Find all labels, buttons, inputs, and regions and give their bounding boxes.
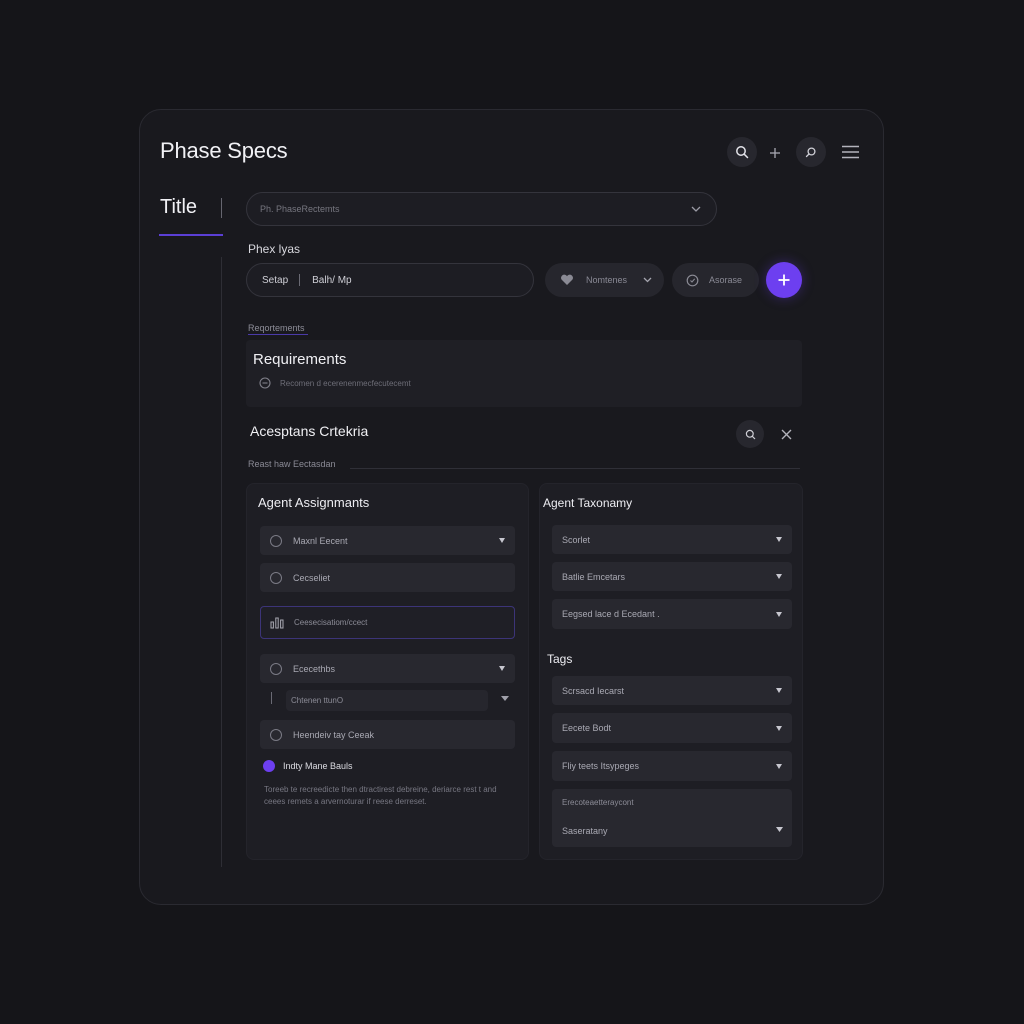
text-cursor — [221, 198, 222, 218]
tag-label: Eecete Bodt — [562, 723, 612, 733]
caret-down-icon — [776, 611, 782, 617]
tab-title-underline — [159, 234, 223, 236]
caret-down-icon[interactable] — [501, 696, 509, 702]
caret-down-icon — [499, 666, 505, 671]
assignment-label: Ececethbs — [293, 663, 336, 674]
assignment-label: Cecseliet — [293, 572, 331, 583]
caret-down-icon — [776, 537, 782, 542]
taxonomy-label: Eegsed lace d Ecedant . — [562, 609, 660, 619]
chevron-down-icon — [643, 277, 652, 283]
assignment-label: Ceesecisatiom/ccect — [294, 618, 368, 627]
caret-down-icon — [776, 763, 782, 769]
add-phase-type-button[interactable] — [766, 262, 802, 298]
description-line: Toreeb te recreedicte then dtractirest d… — [264, 785, 497, 794]
agent-assignments-card: Agent Assignmants Maxnl Eecent Cecseliet… — [246, 483, 529, 860]
radio-icon — [270, 662, 282, 675]
nested-indicator — [271, 692, 272, 704]
requirements-underline — [248, 334, 308, 335]
tag-label: Scrsacd Iecarst — [562, 685, 625, 696]
nomtenes-label: Nomtenes — [586, 275, 628, 285]
requirements-small-label: Reqortements — [248, 323, 305, 333]
acceptance-divider — [350, 468, 800, 469]
zoom-button[interactable] — [796, 137, 826, 167]
acceptance-subtitle: Reast haw Eectasdan — [248, 459, 336, 469]
page-title: Phase Specs — [160, 138, 288, 163]
nomtenes-dropdown[interactable]: Nomtenes — [545, 263, 664, 297]
chevron-down-icon — [691, 206, 701, 212]
toggle-label: Indty Mane Bauls — [283, 761, 353, 771]
taxonomy-label: Scorlet — [562, 534, 591, 545]
assignment-row[interactable]: Cecseliet — [260, 563, 515, 592]
radio-icon — [270, 571, 282, 584]
tags-title: Tags — [547, 652, 573, 666]
tab-title[interactable]: Title — [160, 196, 197, 219]
tag-combo-value: Saseratany — [562, 826, 608, 836]
phase-types-label: Phex lyas — [248, 242, 301, 256]
search-icon — [745, 429, 755, 439]
assignment-row-selected[interactable]: Ceesecisatiom/ccect — [260, 606, 515, 639]
asorase-label: Asorase — [709, 275, 743, 285]
radio-icon — [270, 728, 282, 741]
divider-vertical — [221, 257, 222, 867]
caret-down-icon — [776, 827, 783, 832]
tag-row[interactable]: Fliy teets Itsypeges — [552, 751, 792, 781]
phase-type-left: Setap — [262, 274, 289, 286]
acceptance-search-button[interactable] — [736, 420, 764, 448]
assignment-row[interactable]: Maxnl Eecent — [260, 526, 515, 555]
zoom-icon — [805, 147, 816, 158]
circle-icon — [686, 274, 699, 286]
tag-row[interactable]: Scrsacd Iecarst — [552, 676, 792, 705]
plus-icon — [770, 148, 780, 158]
caret-down-icon — [776, 688, 782, 693]
agent-taxonomy-title: Agent Taxonamy — [543, 496, 633, 510]
tag-combo-label: Erecoteaetteraycont — [562, 798, 634, 807]
menu-button[interactable] — [840, 143, 860, 161]
assignment-row[interactable]: Heendeiv tay Ceeak — [260, 720, 515, 749]
taxonomy-row[interactable]: Eegsed lace d Ecedant . — [552, 599, 792, 629]
radio-icon — [270, 534, 282, 547]
heart-icon — [561, 274, 573, 285]
assignment-sub-row[interactable]: Chtenen ttunO — [286, 690, 488, 711]
phase-specs-panel: Phase Specs Title Ph. PhaseRectemts Phex… — [139, 109, 884, 905]
tag-label: Fliy teets Itsypeges — [562, 761, 640, 771]
phase-select[interactable]: Ph. PhaseRectemts — [246, 192, 717, 226]
caret-down-icon — [776, 725, 782, 731]
agent-taxonomy-card: Agent Taxonamy Scorlet Batlie Emcetars E… — [539, 483, 803, 860]
assignment-label: Maxnl Eecent — [293, 535, 348, 546]
taxonomy-label: Batlie Emcetars — [562, 571, 626, 582]
taxonomy-row[interactable]: Batlie Emcetars — [552, 562, 792, 591]
search-button[interactable] — [727, 137, 757, 167]
toggle-icon[interactable] — [263, 760, 275, 772]
minus-circle-icon — [259, 377, 271, 389]
assignment-description: Toreeb te recreedicte then dtractirest d… — [264, 784, 497, 808]
close-icon — [781, 429, 791, 439]
taxonomy-row[interactable]: Scorlet — [552, 525, 792, 554]
caret-down-icon — [499, 538, 505, 543]
acceptance-title: Acesptans Crtekria — [250, 423, 369, 439]
add-button[interactable] — [766, 144, 784, 162]
phase-type-input[interactable]: Setap Balh/ Mp — [246, 263, 534, 297]
caret-down-icon — [776, 574, 782, 579]
tag-row[interactable]: Eecete Bodt — [552, 713, 792, 743]
field-divider — [299, 274, 301, 286]
agent-assignments-title: Agent Assignmants — [258, 495, 370, 510]
toggle-row[interactable]: Indty Mane Bauls — [263, 760, 353, 772]
plus-icon — [778, 274, 790, 286]
description-line: ceees remets a arvernoturar if reese der… — [264, 797, 427, 806]
asorase-button[interactable]: Asorase — [672, 263, 759, 297]
requirements-title: Requirements — [253, 351, 347, 368]
requirements-detail: Recomen d ecerenenmecfecutecemt — [280, 378, 411, 388]
phase-type-right: Balh/ Mp — [312, 274, 352, 286]
requirements-detail-row: Recomen d ecerenenmecfecutecemt — [259, 377, 411, 389]
assignment-label: Heendeiv tay Ceeak — [293, 729, 375, 740]
phase-select-value: Ph. PhaseRectemts — [260, 204, 340, 214]
assignment-row[interactable]: Ececethbs — [260, 654, 515, 683]
chart-icon — [270, 617, 284, 628]
tag-combo[interactable]: Erecoteaetteraycont Saseratany — [552, 789, 792, 847]
acceptance-close-button[interactable] — [778, 426, 794, 442]
requirements-card: Requirements Recomen d ecerenenmecfecute… — [246, 340, 802, 407]
menu-icon — [841, 145, 859, 159]
assignment-label: Chtenen ttunO — [291, 696, 344, 705]
search-icon — [736, 146, 749, 159]
